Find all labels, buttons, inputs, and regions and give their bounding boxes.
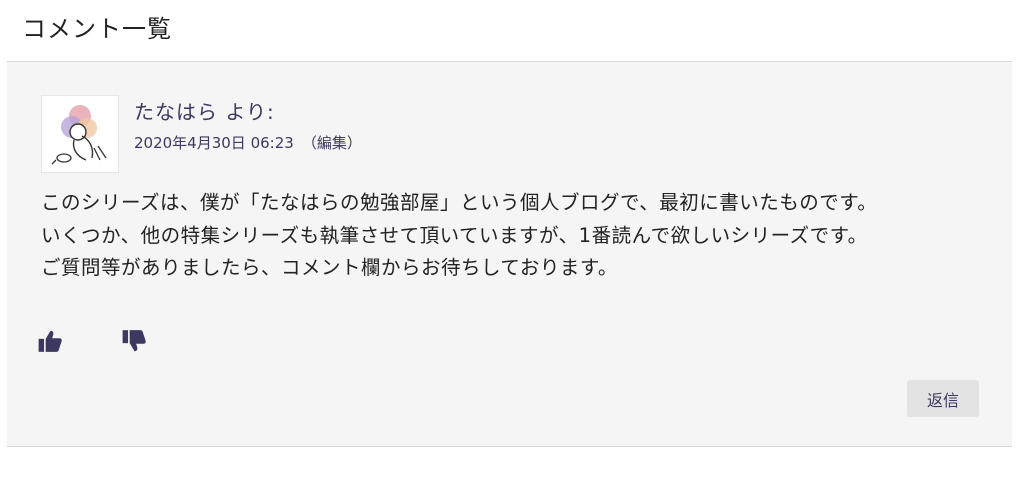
like-button[interactable] (37, 328, 63, 354)
avatar[interactable] (41, 95, 119, 173)
comment-line: ご質問等がありましたら、コメント欄からお待ちしております。 (41, 256, 618, 279)
comment-date[interactable]: 2020年4月30日 06:23 (134, 134, 294, 152)
edit-link[interactable]: （編集） (302, 134, 362, 152)
avatar-illustration (51, 105, 107, 165)
thumbs-down-icon (122, 330, 146, 352)
comment-body: このシリーズは、僕が「たなはらの勉強部屋」という個人ブログで、最初に書いたもので… (41, 187, 991, 285)
reply-button[interactable]: 返信 (907, 380, 979, 417)
dislike-button[interactable] (121, 328, 147, 354)
thumbs-up-icon (38, 330, 62, 352)
comment-card: たなはら より: 2020年4月30日 06:23 （編集） このシリーズは、僕が… (7, 61, 1012, 447)
comment-author: たなはら より: (134, 100, 275, 124)
comments-section-title: コメント一覧 (22, 15, 172, 43)
comment-meta: 2020年4月30日 06:23 （編集） (134, 132, 362, 154)
comment-line: いくつか、他の特集シリーズも執筆させて頂いていますが、1番読んで欲しいシリーズで… (41, 223, 868, 247)
comment-line: このシリーズは、僕が「たなはらの勉強部屋」という個人ブログで、最初に書いたもので… (41, 191, 878, 214)
